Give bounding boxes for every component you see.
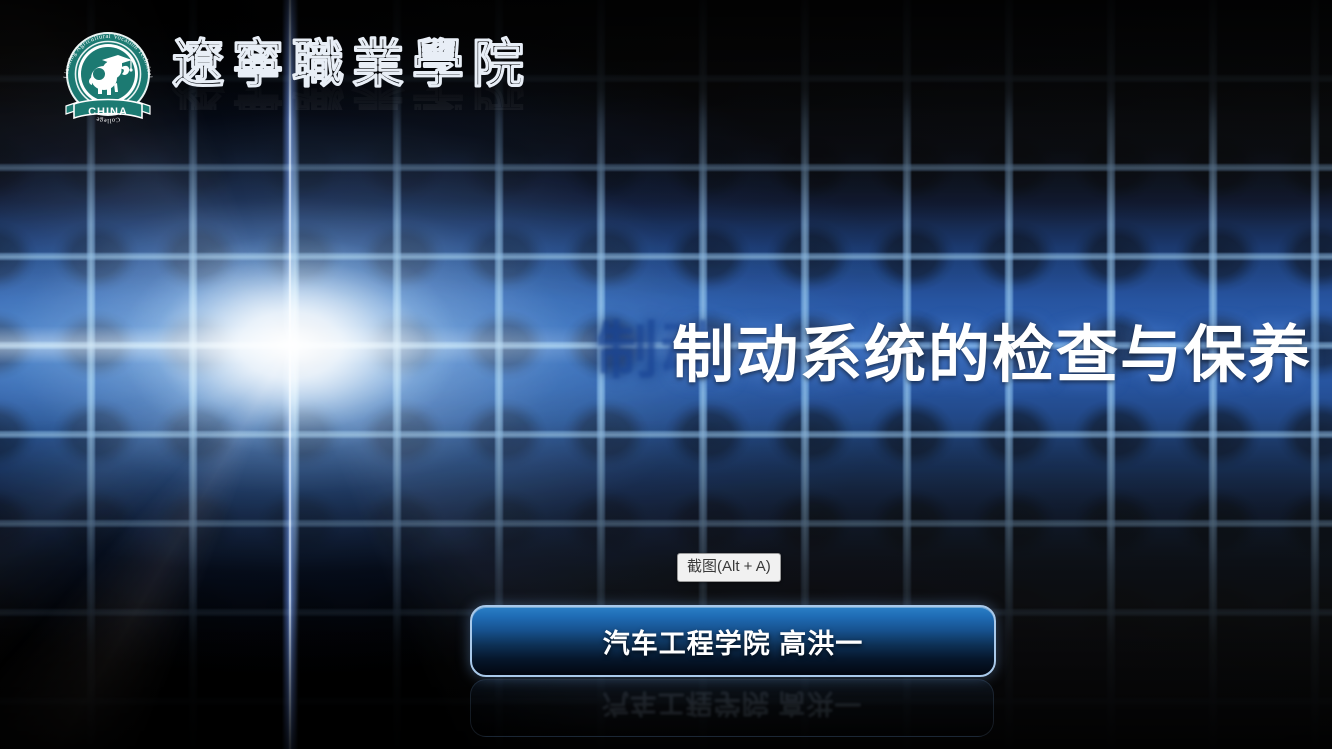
svg-text:遼寧職業學院: 遼寧職業學院: [172, 77, 532, 110]
school-crest-icon: Liaoning Agricultural Vocation Technical…: [63, 32, 153, 124]
slide-title: 制动系统的检查与保养: [672, 321, 1313, 390]
svg-text:CHINA: CHINA: [88, 106, 128, 118]
screenshot-tooltip: 截图(Alt + A): [677, 553, 781, 582]
school-name-wordmark: 遼寧職業學院 遼寧職業學院: [172, 33, 532, 110]
crest-banner: CHINA: [65, 98, 151, 120]
school-logo: Liaoning Agricultural Vocation Technical…: [52, 22, 552, 144]
presentation-slide: Liaoning Agricultural Vocation Technical…: [0, 0, 1332, 749]
presenter-button-reflection: 汽车工程学院 高洪一: [470, 679, 994, 737]
presenter-button[interactable]: 汽车工程学院 高洪一: [470, 605, 996, 677]
presenter-button-label: 汽车工程学院 高洪一: [602, 628, 864, 659]
presenter-reflection-label: 汽车工程学院 高洪一: [601, 688, 863, 718]
